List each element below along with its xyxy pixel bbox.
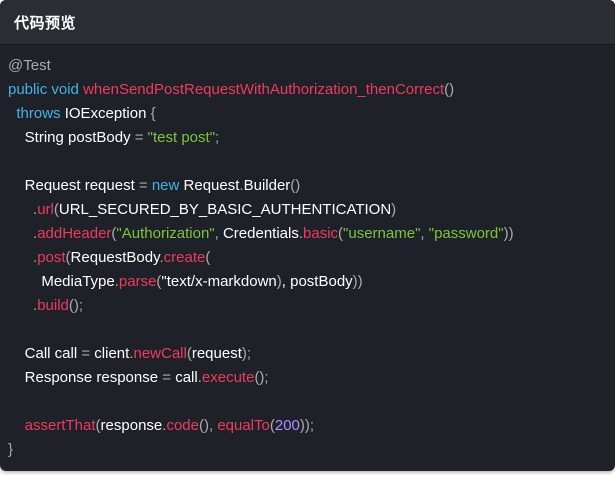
code-token-punct: () [444,81,455,98]
code-token-method: parse [118,273,157,290]
code-token-punct: ); [241,345,252,362]
code-token-punct: )); [299,417,315,434]
code-line: } [8,438,615,462]
code-token-plain: call [171,369,198,386]
code-token-punct: = [81,345,91,362]
code-token-punct: )) [352,273,363,290]
code-token-keyword: void [51,81,79,98]
code-token-punct: = [138,177,148,194]
code-token-plain: client [90,345,130,362]
code-line: .addHeader("Authorization", Credentials.… [8,222,615,246]
code-line: .build(); [8,294,615,318]
code-token-plain: , postBody [281,273,353,290]
code-token-plain: Credentials [218,225,299,242]
panel-header: 代码预览 [0,0,615,45]
panel-title: 代码预览 [14,13,77,32]
code-token-punct: (), [198,417,214,434]
code-token-number: 200 [274,417,300,434]
code-line: public void whenSendPostRequestWithAutho… [8,78,615,102]
code-block[interactable]: @Test public void whenSendPostRequestWith… [8,54,615,462]
code-line: String postBody = "test post"; [8,126,615,150]
code-token-keyword: new [151,177,180,194]
code-token-punct: } [8,441,14,458]
code-token-punct: (); [254,369,269,386]
code-token-string: "username" [343,225,421,242]
code-token-plain: Call call [8,345,82,362]
code-line: throws IOException { [8,102,615,126]
code-line: Call call = client.newCall(request); [8,342,615,366]
code-token-annotation: @Test [8,57,51,74]
code-token-string: "Authorization" [116,225,215,242]
code-token-punct: () [290,177,301,194]
code-token-punct: = [134,129,144,146]
code-token-plain: URL_SECURED_BY_BASIC_AUTHENTICATION [58,201,392,218]
code-line: Response response = call.execute(); [8,366,615,390]
code-line: Request request = new Request.Builder() [8,174,615,198]
code-token-method: whenSendPostRequestWithAuthorization_the… [83,81,445,98]
code-token-method: post [37,249,66,266]
code-token-method: assertThat [24,417,96,434]
code-token-punct: (); [68,297,84,314]
code-token-plain: IOException [60,105,151,122]
code-token-method: addHeader [37,225,112,242]
code-token-plain: "text/x-markdown [161,273,277,290]
code-token-method: newCall [133,345,187,362]
code-token-punct: { [150,105,156,122]
code-token-plain: response [100,417,163,434]
code-token-plain: String postBody [8,129,135,146]
code-line: assertThat(response.code(), equalTo(200)… [8,414,615,438]
code-token-method: execute [201,369,255,386]
code-token-punct: )) [503,225,514,242]
code-token-plain: Request request [8,177,139,194]
code-token-plain: Builder [243,177,291,194]
code-token-keyword: public [8,81,48,98]
code-token-method: equalTo [217,417,270,434]
code-token-keyword: throws [16,105,61,122]
code-token-punct: = [162,369,172,386]
code-token-punct: ; [215,129,220,146]
code-token-method: create [163,249,206,266]
code-line: MediaType.parse("text/x-markdown), postB… [8,270,615,294]
code-token-plain: Response response [8,369,163,386]
code-line: @Test [8,54,615,78]
code-token-method: url [37,201,54,218]
code-preview-panel: 代码预览 @Test public void whenSendPostReques… [0,0,615,471]
code-token-plain: request [191,345,242,362]
code-token-string: "test post" [147,129,216,146]
code-token-method: build [37,297,69,314]
code-token-plain: MediaType [8,273,115,290]
code-token-punct: ) [391,201,397,218]
code-token-method: code [166,417,199,434]
code-token-string: "password" [428,225,504,242]
code-token-plain: Request [179,177,240,194]
code-token-plain: RequestBody [70,249,160,266]
code-token-method: basic [303,225,339,242]
code-line: .post(RequestBody.create( [8,246,615,270]
code-token-punct: ( [205,249,211,266]
code-line: .url(URL_SECURED_BY_BASIC_AUTHENTICATION… [8,198,615,222]
